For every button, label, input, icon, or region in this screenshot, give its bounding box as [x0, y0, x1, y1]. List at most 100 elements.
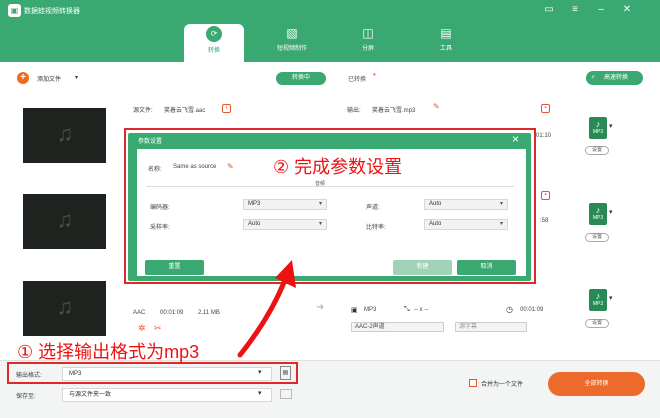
output-resolution: -- x --: [414, 307, 429, 313]
split-screen-icon: ◫: [362, 26, 374, 40]
bitrate-value: Auto: [429, 221, 442, 227]
settings-button[interactable]: 设置: [585, 233, 609, 242]
add-file-dropdown-icon[interactable]: ▾: [75, 74, 78, 81]
name-label: 名称:: [148, 167, 162, 173]
encoder-label: 编码器:: [150, 205, 170, 211]
merge-checkbox[interactable]: [469, 379, 477, 387]
dialog-title: 参数设置: [138, 139, 163, 145]
tab-label: 工具: [439, 46, 452, 52]
tab-label: 分屏: [361, 46, 374, 52]
chevron-down-icon: ▾: [499, 201, 503, 207]
convert-icon: ⟳: [206, 26, 222, 42]
tab-convert[interactable]: ⟳ 转换: [184, 24, 244, 62]
source-label: 源文件:: [133, 108, 153, 114]
output-format-highlight: [7, 362, 298, 384]
encoder-value: MP3: [248, 201, 261, 207]
tab-converted[interactable]: 已转换: [348, 74, 366, 83]
audio-track-select[interactable]: AAC-2声道: [351, 322, 444, 332]
music-note-icon: ♫: [56, 294, 74, 319]
output-duration: 01:10: [536, 133, 552, 139]
output-format-label: MP3: [364, 307, 377, 313]
tab-split-screen[interactable]: ◫ 分屏: [338, 24, 398, 62]
menu-icon[interactable]: ≡: [568, 4, 582, 16]
audio-format-icon: ▣: [351, 307, 358, 314]
minimize-icon[interactable]: –: [594, 4, 608, 16]
bitrate-label: 比特率:: [366, 225, 386, 231]
name-value: Same as source: [173, 164, 217, 170]
hd-icon[interactable]: ▪: [541, 191, 550, 200]
toolbox-icon: ▤: [440, 26, 452, 40]
cancel-button[interactable]: 取消: [457, 260, 516, 275]
section-divider: [146, 186, 514, 187]
cut-icon[interactable]: ✂: [154, 323, 162, 334]
window-title: 数据蛙视频转换器: [24, 8, 80, 15]
merge-label: 合并为一个文件: [481, 382, 524, 388]
format-mp3-icon[interactable]: ♪ MP3: [589, 203, 607, 225]
close-icon[interactable]: ✕: [620, 4, 634, 16]
source-filename: 笑着云飞雪.aac: [164, 108, 206, 114]
format-label: MP3: [592, 301, 604, 307]
save-to-value: 与源文件夹一致: [69, 392, 112, 398]
music-note-icon: ♫: [56, 121, 74, 146]
dialog-close-icon[interactable]: ×: [512, 132, 519, 146]
app-header: [0, 0, 660, 62]
high-speed-label: 高速转换: [604, 75, 629, 81]
output-duration: :58: [540, 218, 549, 224]
format-dropdown-icon[interactable]: ▾: [609, 208, 613, 216]
tab-label: 短视频制作: [276, 46, 307, 52]
music-note-icon: ♫: [56, 207, 74, 232]
samplerate-select[interactable]: Auto ▾: [243, 219, 327, 230]
tab-converting[interactable]: 转换中: [276, 72, 326, 85]
enhance-icon[interactable]: ✲: [138, 323, 146, 334]
format-mp3-icon[interactable]: ♪ MP3: [589, 289, 607, 311]
notification-dot-icon: •: [373, 70, 376, 79]
lightning-icon: ⚡: [591, 75, 596, 81]
chevron-down-icon[interactable]: ▾: [258, 389, 262, 397]
bitrate-select[interactable]: Auto ▾: [424, 219, 508, 230]
add-file-icon[interactable]: +: [17, 72, 29, 84]
tab-short-video[interactable]: ▧ 短视频制作: [262, 24, 322, 62]
add-file-button[interactable]: 添加文件: [37, 74, 61, 83]
channel-label: 声道:: [366, 205, 380, 211]
edit-name-icon[interactable]: ✎: [433, 102, 440, 111]
high-speed-convert-button[interactable]: ⚡ 高速转换: [586, 71, 643, 85]
tab-tools[interactable]: ▤ 工具: [416, 24, 476, 62]
annotation-step1: ① 选择输出格式为mp3: [17, 342, 200, 362]
save-to-label: 保存至:: [16, 394, 36, 400]
convert-all-button[interactable]: 全部转换: [548, 372, 645, 396]
format-label: MP3: [592, 129, 604, 135]
clock-icon: ◷: [506, 305, 513, 314]
settings-button[interactable]: 设置: [585, 146, 609, 155]
settings-button[interactable]: 设置: [585, 319, 609, 328]
feedback-icon[interactable]: ▭: [542, 4, 556, 16]
chevron-down-icon: ▾: [318, 201, 322, 207]
format-label: MP3: [592, 215, 604, 221]
samplerate-value: Auto: [248, 221, 261, 227]
output-label: 输出:: [347, 108, 361, 114]
hd-icon[interactable]: ▪: [541, 104, 550, 113]
tab-label: 转换: [207, 48, 220, 54]
new-preset-button[interactable]: 新建: [393, 260, 452, 275]
reset-button[interactable]: 重置: [145, 260, 204, 275]
encoder-select[interactable]: MP3 ▾: [243, 199, 327, 210]
filesize-label: 2.11 MB: [198, 310, 220, 316]
codec-label: AAC: [133, 310, 146, 316]
folder-icon[interactable]: [280, 389, 292, 399]
edit-name-icon[interactable]: ✎: [227, 162, 234, 171]
resolution-icon: ⤡: [404, 306, 410, 313]
format-dropdown-icon[interactable]: ▾: [609, 122, 613, 130]
chevron-down-icon: ▾: [318, 221, 322, 227]
annotation-arrow: [237, 260, 296, 358]
annotation-step2: ② 完成参数设置: [273, 157, 403, 177]
format-dropdown-icon[interactable]: ▾: [609, 294, 613, 302]
app-logo-icon: ▣: [8, 4, 21, 17]
output-duration: 00:01:09: [520, 307, 544, 313]
subtitle-select[interactable]: 源字幕: [455, 322, 527, 332]
info-icon[interactable]: i: [222, 104, 231, 113]
save-to-select[interactable]: 与源文件夹一致: [62, 388, 272, 402]
channel-value: Auto: [429, 201, 442, 207]
short-video-icon: ▧: [286, 26, 298, 40]
format-mp3-icon[interactable]: ♪ MP3: [589, 117, 607, 139]
channel-select[interactable]: Auto ▾: [424, 199, 508, 210]
duration-label: 00:01:09: [160, 310, 184, 316]
